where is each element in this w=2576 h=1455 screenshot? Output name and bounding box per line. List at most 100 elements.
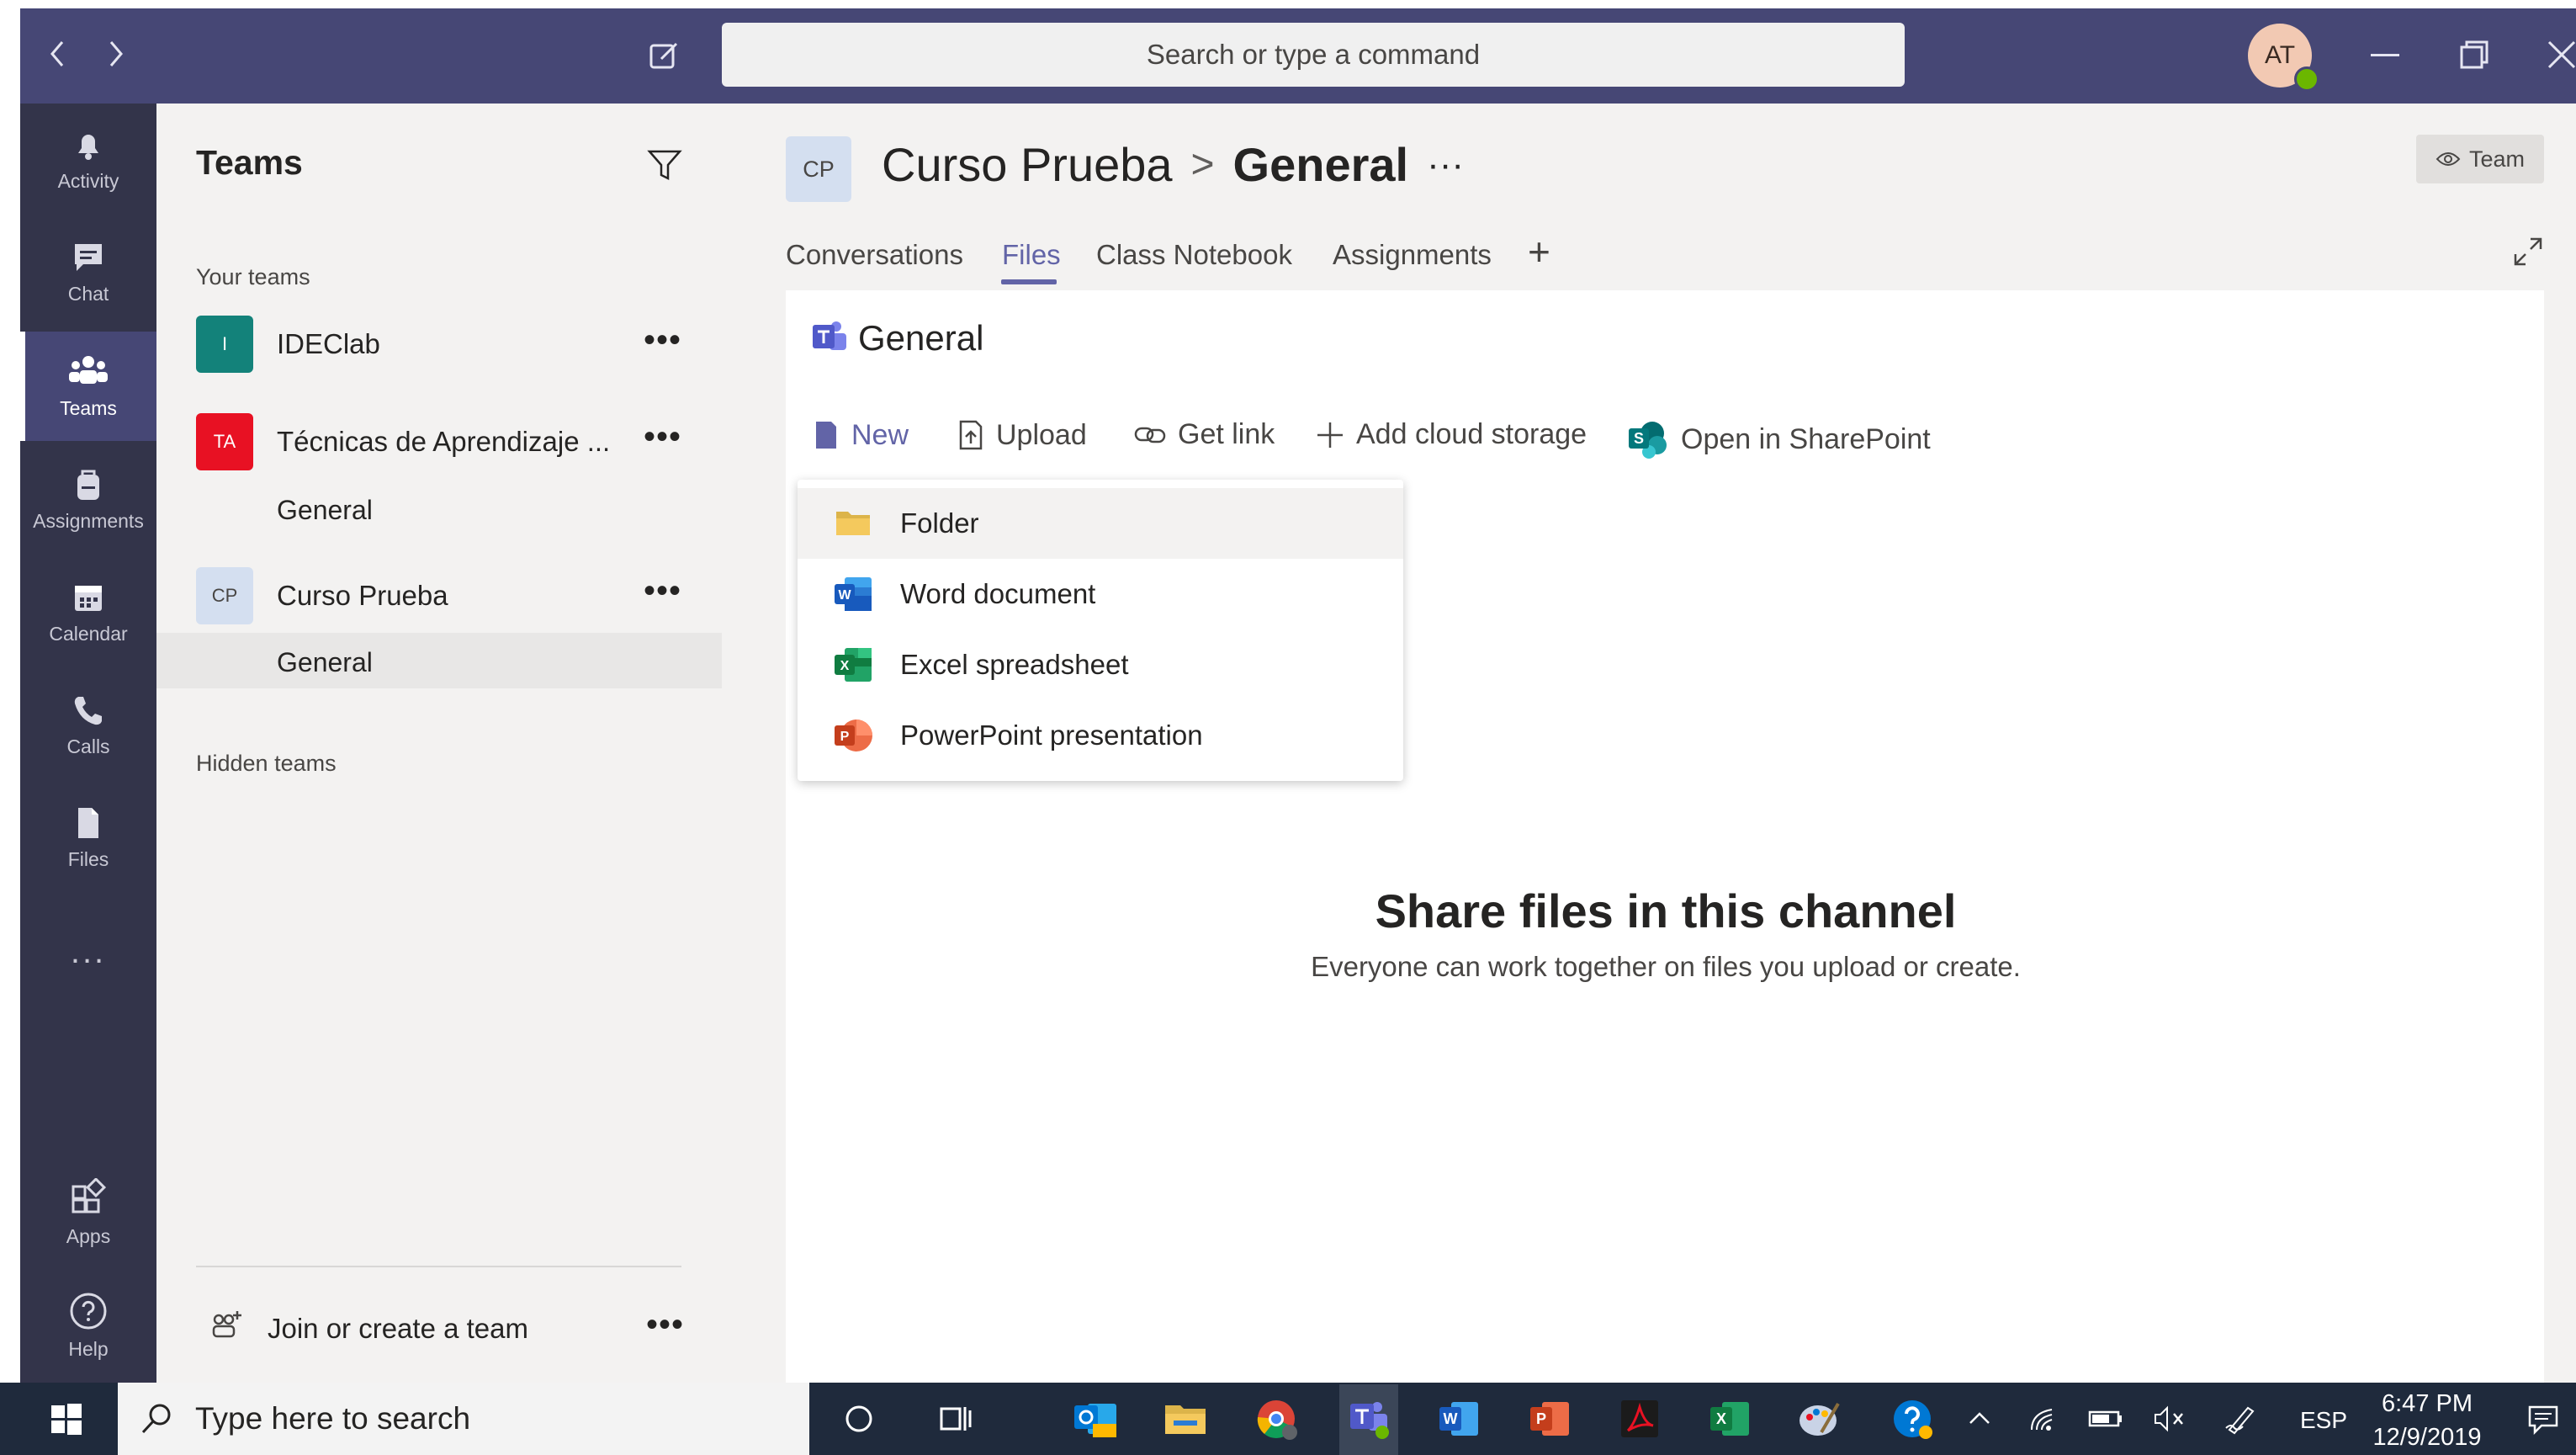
tab-class-notebook[interactable]: Class Notebook <box>1096 239 1292 271</box>
expand-icon[interactable] <box>2512 236 2544 268</box>
clock-time: 6:47 PM <box>2382 1390 2473 1417</box>
word-taskbar-icon[interactable]: W <box>1432 1391 1487 1447</box>
chevron-right-icon: > <box>1190 142 1215 187</box>
minimize-icon[interactable] <box>2371 54 2399 56</box>
clock-date: 12/9/2019 <box>2372 1424 2482 1451</box>
rail-calls[interactable]: Calls <box>20 670 156 779</box>
help-taskbar-icon[interactable] <box>1884 1391 1940 1447</box>
menu-item-powerpoint[interactable]: P PowerPoint presentation <box>798 700 1403 771</box>
teams-panel <box>156 104 722 1383</box>
settings-more-icon[interactable]: ••• <box>646 1306 684 1344</box>
team-name: Técnicas de Aprendizaje ... <box>277 426 611 457</box>
rail-apps[interactable]: Apps <box>20 1158 156 1267</box>
phone-icon <box>74 696 102 725</box>
new-button[interactable]: New <box>813 418 909 452</box>
rail-files[interactable]: Files <box>20 783 156 892</box>
back-icon[interactable] <box>45 39 71 69</box>
file-explorer-icon[interactable] <box>1158 1391 1213 1447</box>
taskbar-search-input[interactable]: Type here to search <box>118 1383 809 1455</box>
hidden-teams-label[interactable]: Hidden teams <box>196 751 337 777</box>
rail-assignments[interactable]: Assignments <box>20 444 156 554</box>
input-language-indicator[interactable]: ESP <box>2300 1407 2347 1434</box>
network-icon[interactable] <box>2016 1391 2071 1447</box>
get-link-button[interactable]: Get link <box>1134 418 1275 451</box>
powerpoint-taskbar-icon[interactable]: P <box>1523 1391 1578 1447</box>
team-more-icon[interactable]: ••• <box>644 418 681 456</box>
team-avatar: CP <box>786 136 851 202</box>
command-search-input[interactable]: Search or type a command <box>722 23 1905 87</box>
menu-item-word[interactable]: W Word document <box>798 559 1403 629</box>
close-icon[interactable] <box>2546 39 2576 71</box>
team-avatar: CP <box>196 567 253 624</box>
chrome-icon[interactable] <box>1248 1391 1304 1447</box>
channel-more-icon[interactable]: ··· <box>1427 144 1464 186</box>
acrobat-taskbar-icon[interactable] <box>1612 1391 1667 1447</box>
rail-label: Calendar <box>49 622 128 645</box>
channel-item-general[interactable]: General <box>277 495 373 526</box>
rail-teams[interactable]: Teams <box>20 332 156 441</box>
compose-icon[interactable] <box>648 39 681 72</box>
rail-more[interactable]: ... <box>20 897 156 1006</box>
outlook-taskbar-icon[interactable] <box>1068 1391 1124 1447</box>
add-tab-button[interactable]: + <box>1528 229 1550 274</box>
bell-icon <box>78 134 98 160</box>
add-cloud-storage-button[interactable]: Add cloud storage <box>1316 418 1587 451</box>
channel-item-selected[interactable] <box>156 633 722 688</box>
show-hidden-icons-icon[interactable] <box>1952 1391 2007 1447</box>
forward-icon[interactable] <box>103 39 128 69</box>
powerpoint-icon: P <box>835 720 872 751</box>
cortana-icon[interactable] <box>831 1391 887 1447</box>
team-more-icon[interactable]: ••• <box>644 572 681 610</box>
svg-text:X: X <box>840 659 850 673</box>
pen-icon[interactable] <box>2213 1391 2268 1447</box>
empty-state-title: Share files in this channel <box>1375 884 1957 937</box>
action-center-icon[interactable] <box>2515 1391 2571 1447</box>
team-avatar: TA <box>196 413 253 470</box>
rail-chat[interactable]: Chat <box>20 217 156 327</box>
team-more-icon[interactable]: ••• <box>644 321 681 359</box>
taskbar-clock[interactable]: 6:47 PM 12/9/2019 <box>2347 1387 2507 1454</box>
backpack-icon <box>77 470 99 500</box>
breadcrumb-channel: General <box>1232 138 1409 191</box>
tab-active-indicator <box>1001 279 1057 284</box>
menu-item-label: Folder <box>900 507 979 539</box>
rail-help[interactable]: Help <box>20 1271 156 1380</box>
breadcrumb-team[interactable]: Curso Prueba <box>882 137 1173 192</box>
menu-item-folder[interactable]: Folder <box>798 488 1403 559</box>
rail-label: Assignments <box>33 509 144 532</box>
rail-calendar[interactable]: Calendar <box>20 557 156 666</box>
rail-label: Files <box>67 847 109 870</box>
channel-item-general-selected[interactable]: General <box>277 647 373 678</box>
teams-icon <box>69 355 108 384</box>
battery-icon[interactable] <box>2078 1391 2133 1447</box>
excel-taskbar-icon[interactable]: X <box>1703 1391 1758 1447</box>
rail-activity[interactable]: Activity <box>20 104 156 214</box>
paint-taskbar-icon[interactable] <box>1792 1391 1847 1447</box>
windows-start-icon[interactable] <box>39 1391 94 1447</box>
team-badge[interactable]: Team <box>2416 135 2544 183</box>
task-view-icon[interactable] <box>929 1391 984 1447</box>
upload-label: Upload <box>996 418 1087 451</box>
menu-item-label: PowerPoint presentation <box>900 720 1203 751</box>
filter-icon[interactable] <box>646 146 683 183</box>
tab-assignments[interactable]: Assignments <box>1333 239 1492 271</box>
tab-files[interactable]: Files <box>1002 239 1061 271</box>
tab-conversations[interactable]: Conversations <box>786 239 963 271</box>
more-icon: ... <box>70 932 107 970</box>
menu-item-excel[interactable]: X Excel spreadsheet <box>798 629 1403 700</box>
menu-item-label: Word document <box>900 578 1096 609</box>
link-icon <box>1134 427 1166 443</box>
presence-available-icon <box>2294 66 2319 92</box>
rail-label: Help <box>68 1337 109 1360</box>
join-create-team-link[interactable]: Join or create a team <box>268 1313 528 1345</box>
open-in-sharepoint-button[interactable]: S Open in SharePoint <box>1627 418 1931 460</box>
upload-button[interactable]: Upload <box>957 418 1087 452</box>
svg-text:W: W <box>1444 1410 1458 1427</box>
restore-icon[interactable] <box>2458 39 2490 71</box>
team-name: Curso Prueba <box>277 580 448 611</box>
excel-icon: X <box>835 648 872 682</box>
new-file-icon <box>816 422 836 449</box>
team-name: IDEClab <box>277 328 380 359</box>
volume-muted-icon[interactable] <box>2142 1391 2197 1447</box>
teams-taskbar-icon[interactable] <box>1341 1391 1397 1447</box>
